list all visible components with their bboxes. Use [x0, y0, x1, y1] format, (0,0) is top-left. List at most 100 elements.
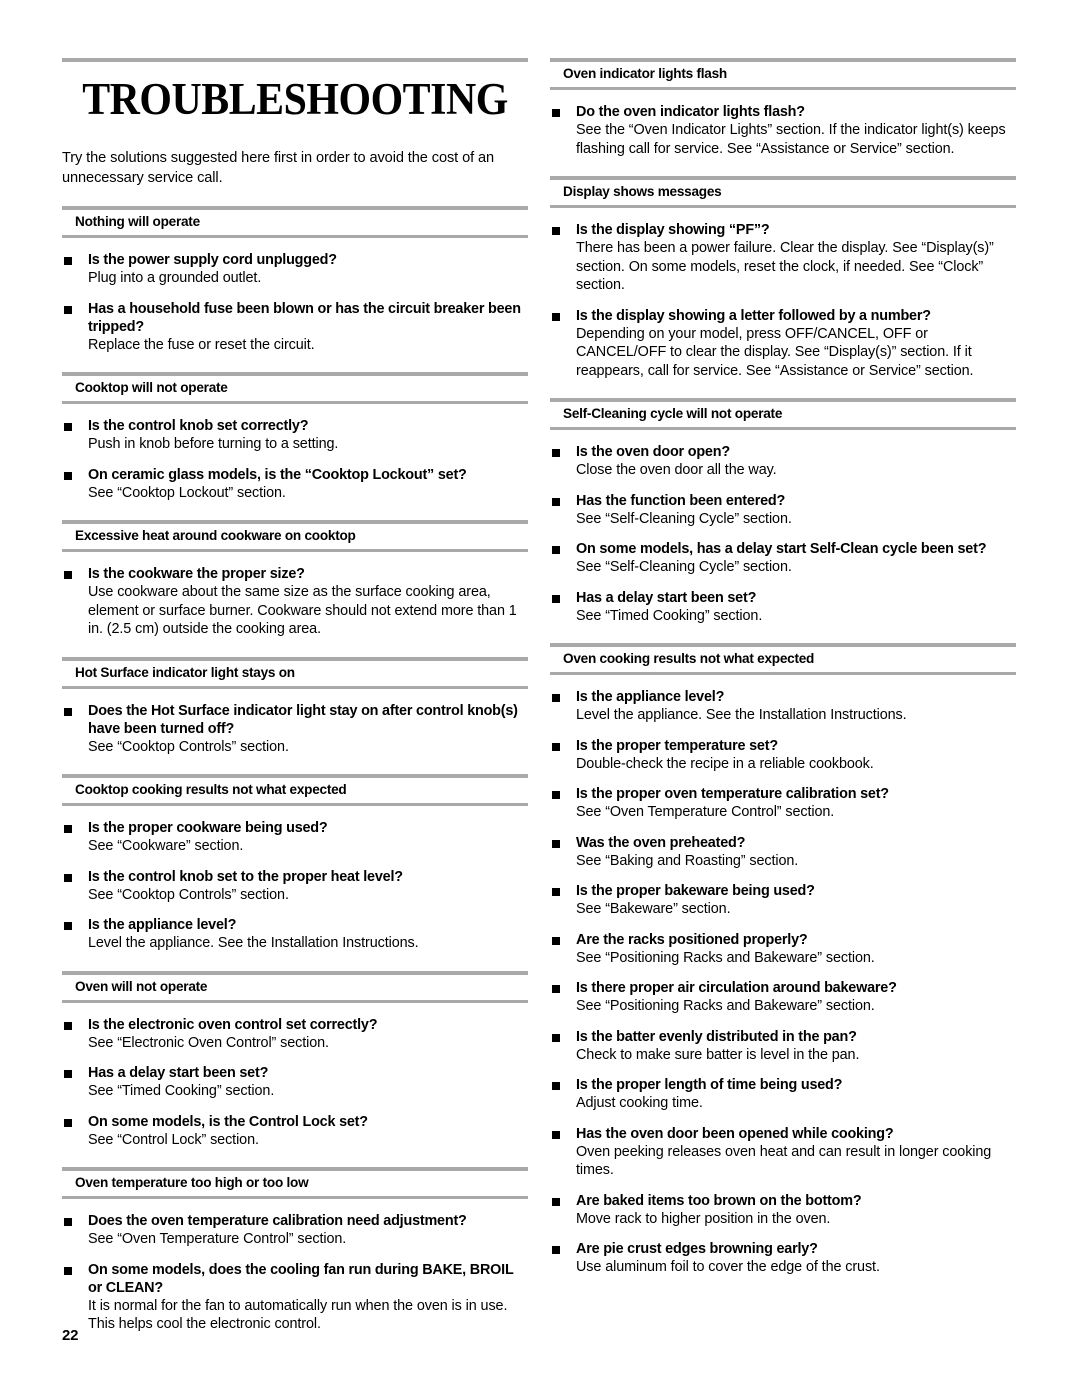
- square-bullet-icon: [552, 1246, 560, 1254]
- section-title: Hot Surface indicator light stays on: [75, 664, 295, 680]
- item-question: Was the oven preheated?: [576, 834, 746, 851]
- troubleshooting-item: On ceramic glass models, is the “Cooktop…: [62, 466, 528, 503]
- item-answer: See “Self-Cleaning Cycle” section.: [576, 510, 792, 527]
- square-bullet-icon: [552, 1130, 560, 1139]
- troubleshooting-item: Is the oven door open? Close the oven doo…: [550, 443, 1016, 480]
- item-answer: See “Electronic Oven Control” section.: [88, 1034, 329, 1051]
- troubleshooting-item: Does the Hot Surface indicator light sta…: [62, 702, 528, 757]
- item-question: On ceramic glass models, is the “Cooktop…: [88, 466, 467, 483]
- page-number: 22: [62, 1327, 79, 1344]
- section-rule-bottom: [62, 1196, 528, 1200]
- square-bullet-icon: [64, 1118, 72, 1127]
- square-bullet-icon: [552, 791, 560, 799]
- troubleshooting-section: Display shows messages Is the display sho…: [550, 176, 1016, 380]
- section-title: Excessive heat around cookware on cookto…: [75, 528, 356, 544]
- item-question: Is the batter evenly distributed in the …: [576, 1028, 857, 1045]
- square-bullet-icon: [552, 1033, 560, 1042]
- item-question: Has a delay start been set?: [88, 1065, 269, 1082]
- square-bullet-icon: [64, 1266, 72, 1275]
- manual-page: TROUBLESHOOTING Try the solutions sugges…: [0, 0, 1080, 1397]
- square-bullet-icon: [552, 109, 560, 117]
- square-bullet-icon: [552, 985, 560, 993]
- section-header: Nothing will operate: [62, 206, 528, 239]
- item-answer: Double-check the recipe in a reliable co…: [576, 755, 874, 772]
- section-header: Self-Cleaning cycle will not operate: [550, 398, 1016, 430]
- troubleshooting-section: Cooktop cooking results not what expecte…: [62, 774, 528, 953]
- square-bullet-icon: [552, 1082, 560, 1090]
- section-title: Oven temperature too high or too low: [75, 1175, 309, 1191]
- troubleshooting-item: Is the proper temperature set? Double-che…: [550, 737, 1016, 774]
- section-rule-bottom: [550, 672, 1016, 675]
- item-question: Is the electronic oven control set corre…: [88, 1016, 378, 1033]
- troubleshooting-item: Is the proper length of time being used?…: [550, 1076, 1016, 1113]
- troubleshooting-item: Is the control knob set correctly? Push i…: [62, 417, 528, 454]
- item-answer: See “Baking and Roasting” section.: [576, 852, 799, 869]
- troubleshooting-item-list: Does the oven temperature calibration ne…: [62, 1212, 528, 1334]
- item-answer: See “Oven Temperature Control” section.: [88, 1231, 347, 1248]
- item-question: Is there proper air circulation around b…: [576, 980, 897, 996]
- item-answer: Push in knob before turning to a setting…: [88, 436, 339, 453]
- item-answer: Use cookware about the same size as the …: [88, 584, 517, 638]
- square-bullet-icon: [64, 471, 72, 480]
- troubleshooting-item: Is the appliance level? Level the applian…: [62, 916, 528, 953]
- troubleshooting-item: Is the proper bakeware being used? See “B…: [550, 882, 1016, 919]
- troubleshooting-item-list: Do the oven indicator lights flash? See t…: [550, 103, 1016, 158]
- troubleshooting-item-list: Is the oven door open? Close the oven doo…: [550, 443, 1016, 625]
- item-answer: See “Bakeware” section.: [576, 901, 731, 917]
- item-question: Is the cookware the proper size?: [88, 566, 305, 583]
- square-bullet-icon: [64, 305, 72, 314]
- section-rule-bottom: [62, 401, 528, 405]
- item-answer: See “Cooktop Lockout” section.: [88, 484, 286, 501]
- square-bullet-icon: [552, 694, 560, 702]
- item-question: Does the Hot Surface indicator light sta…: [88, 702, 518, 737]
- square-bullet-icon: [552, 742, 560, 751]
- troubleshooting-section: Oven will not operate Is the electronic o…: [62, 970, 528, 1150]
- section-title: Oven will not operate: [75, 978, 208, 994]
- troubleshooting-item: Is the proper oven temperature calibrati…: [550, 785, 1016, 822]
- section-header: Oven indicator lights flash: [550, 58, 1016, 90]
- section-rule-bottom: [62, 999, 528, 1003]
- item-question: Has the oven door been opened while cook…: [576, 1125, 894, 1142]
- troubleshooting-section: Oven cooking results not what expected Is…: [550, 643, 1016, 1277]
- square-bullet-icon: [64, 873, 72, 882]
- troubleshooting-item: Has a household fuse been blown or has t…: [62, 300, 528, 355]
- square-bullet-icon: [552, 888, 560, 896]
- item-answer: Level the appliance. See the Installatio…: [576, 707, 907, 723]
- section-rule-bottom: [550, 87, 1016, 90]
- square-bullet-icon: [552, 839, 560, 848]
- section-rule-bottom: [550, 427, 1016, 430]
- section-header: Cooktop cooking results not what expecte…: [62, 774, 528, 807]
- troubleshooting-item: Are the racks positioned properly? See “P…: [550, 931, 1016, 968]
- item-question: Do the oven indicator lights flash?: [576, 104, 805, 120]
- item-question: Is the appliance level?: [576, 689, 725, 705]
- item-question: Is the appliance level?: [88, 917, 237, 934]
- item-question: Are baked items too brown on the bottom?: [576, 1192, 862, 1209]
- item-answer: Adjust cooking time.: [576, 1095, 703, 1111]
- intro-paragraph: Try the solutions suggested here first i…: [62, 150, 495, 186]
- troubleshooting-item: Do the oven indicator lights flash? See t…: [550, 103, 1016, 158]
- item-question: Are pie crust edges browning early?: [576, 1241, 818, 1257]
- section-header: Oven will not operate: [62, 970, 528, 1003]
- troubleshooting-item: Does the oven temperature calibration ne…: [62, 1212, 528, 1249]
- troubleshooting-item: On some models, does the cooling fan run…: [62, 1261, 528, 1334]
- section-title: Nothing will operate: [75, 214, 200, 230]
- troubleshooting-item-list: Is the cookware the proper size? Use cook…: [62, 565, 528, 639]
- title-top-rule: [62, 58, 528, 62]
- troubleshooting-item: On some models, is the Control Lock set?…: [62, 1113, 528, 1150]
- troubleshooting-item-list: Is the proper cookware being used? See “C…: [62, 819, 528, 953]
- troubleshooting-item: Was the oven preheated? See “Baking and R…: [550, 834, 1016, 871]
- section-title: Cooktop cooking results not what expecte…: [75, 782, 347, 798]
- item-answer: Plug into a grounded outlet.: [88, 270, 262, 287]
- item-answer: See “Positioning Racks and Bakeware” sec…: [576, 949, 875, 966]
- item-answer: It is normal for the fan to automaticall…: [88, 1297, 508, 1333]
- item-answer: Move rack to higher position in the oven…: [576, 1210, 831, 1227]
- section-header: Hot Surface indicator light stays on: [62, 656, 528, 689]
- square-bullet-icon: [552, 312, 560, 321]
- troubleshooting-item: Is the display showing “PF”? There has be…: [550, 221, 1016, 295]
- section-header: Excessive heat around cookware on cookto…: [62, 520, 528, 553]
- item-question: Is the oven door open?: [576, 444, 730, 460]
- item-answer: Replace the fuse or reset the circuit.: [88, 336, 315, 353]
- square-bullet-icon: [552, 449, 560, 457]
- square-bullet-icon: [64, 1021, 72, 1030]
- square-bullet-icon: [64, 825, 72, 834]
